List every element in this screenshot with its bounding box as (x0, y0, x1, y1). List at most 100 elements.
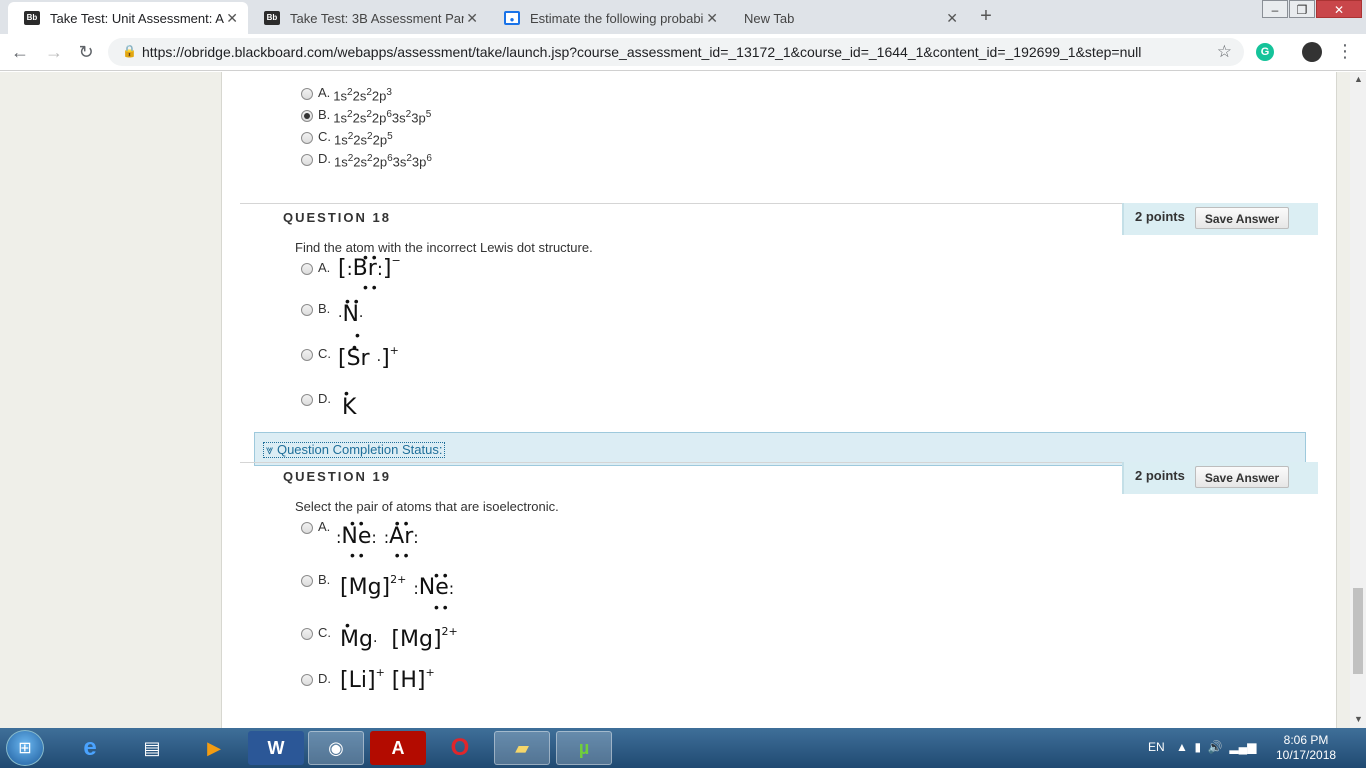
prev-option-c[interactable]: C. 1s22s22p5 (301, 129, 393, 147)
prev-option-d[interactable]: D. 1s22s22p63s23p6 (301, 151, 432, 169)
tab-take-test-unit-assessment[interactable]: Bb Take Test: Unit Assessment: Aton ✕ (8, 2, 248, 34)
electron-dots: • • • • (350, 547, 409, 563)
close-window-icon[interactable]: ✕ (1316, 0, 1362, 18)
electron-count: 5 (387, 131, 393, 142)
close-tab-icon[interactable]: ✕ (706, 10, 718, 27)
question-completion-status-bar[interactable]: ⩔ Question Completion Status: (254, 432, 1306, 466)
radio-button[interactable] (301, 522, 313, 534)
q18-option-d[interactable]: D. (301, 391, 331, 406)
browser-menu-icon[interactable]: ⋮ (1336, 41, 1354, 62)
electron-dots: • (355, 327, 360, 343)
radio-button[interactable] (301, 674, 313, 686)
electron-configuration: 1s22s22p63s23p6 (334, 153, 432, 169)
electron-dots: • (345, 617, 350, 633)
media-player-icon[interactable]: ▶ (186, 731, 242, 765)
electron-configuration: 1s22s22p3 (333, 87, 392, 103)
orbital-label: 1s (333, 88, 348, 104)
electron-dots: • • • • (350, 515, 409, 531)
radio-button[interactable] (301, 110, 313, 122)
prev-option-b[interactable]: B. 1s22s22p63s23p5 (301, 107, 431, 125)
system-tray-icons[interactable]: ▲ ▮ 🔊 ▂▄▆ (1176, 740, 1256, 754)
tab-title: Take Test: 3B Assessment Part 1 (290, 10, 464, 26)
electron-dots: • • (363, 249, 377, 265)
tab-new-tab[interactable]: New Tab ✕ (728, 2, 968, 34)
opera-icon[interactable]: O (432, 731, 488, 765)
chevron-down-icon: ⩔ (266, 442, 274, 457)
close-tab-icon[interactable]: ✕ (946, 10, 958, 27)
question-completion-status-toggle[interactable]: ⩔ Question Completion Status: (263, 442, 446, 458)
orbital-label: 3s (392, 154, 407, 170)
question-19-title: QUESTION 19 (283, 469, 391, 484)
profile-avatar[interactable] (1302, 42, 1322, 62)
utorrent-icon[interactable]: µ (556, 731, 612, 765)
q19-option-c[interactable]: C. (301, 625, 331, 640)
browser-toolbar: ← → ↻ 🔒 https://obridge.blackboard.com/w… (0, 34, 1366, 71)
radio-button[interactable] (301, 575, 313, 587)
save-answer-button[interactable]: Save Answer (1195, 207, 1289, 229)
points-label: 2 points (1135, 209, 1185, 224)
reload-icon[interactable]: ↻ (74, 40, 98, 64)
language-indicator[interactable]: EN (1148, 740, 1165, 754)
blackboard-favicon-icon: Bb (264, 11, 280, 25)
tab-title: New Tab (744, 10, 795, 26)
adobe-acrobat-icon[interactable]: A (370, 731, 426, 765)
forward-icon[interactable]: → (42, 40, 66, 64)
chrome-icon[interactable]: ◉ (308, 731, 364, 765)
orbital-label: 2s (353, 154, 368, 170)
electron-dots: • • (363, 279, 377, 295)
radio-button[interactable] (301, 349, 313, 361)
tab-estimate-probability[interactable]: ● Estimate the following probabilit ✕ (488, 2, 728, 34)
page-scrollbar[interactable]: ▲ ▼ (1350, 72, 1366, 728)
save-answer-button[interactable]: Save Answer (1195, 466, 1289, 488)
taskbar-clock[interactable]: 8:06 PM 10/17/2018 (1276, 733, 1336, 763)
tab-take-test-3b-assessment[interactable]: Bb Take Test: 3B Assessment Part 1 ✕ (248, 2, 488, 34)
radio-button[interactable] (301, 132, 313, 144)
radio-button[interactable] (301, 304, 313, 316)
restore-icon[interactable]: ❐ (1289, 0, 1315, 18)
url-text[interactable]: https://obridge.blackboard.com/webapps/a… (142, 44, 1141, 60)
folder-icon[interactable]: ▰ (494, 731, 550, 765)
q18-option-c[interactable]: C. (301, 346, 331, 361)
tab-title: Take Test: Unit Assessment: Aton (50, 10, 224, 26)
word-icon[interactable]: W (248, 731, 304, 765)
bookmark-star-icon[interactable]: ☆ (1217, 42, 1232, 62)
orbital-label: 2p (371, 110, 387, 126)
file-explorer-icon[interactable]: ▤ (124, 731, 180, 765)
address-bar[interactable]: 🔒 https://obridge.blackboard.com/webapps… (108, 38, 1244, 66)
electron-dots: • (344, 385, 349, 401)
minimize-icon[interactable]: ‒ (1262, 0, 1288, 18)
scrollbar-thumb[interactable] (1353, 588, 1363, 674)
close-tab-icon[interactable]: ✕ (466, 10, 478, 27)
right-gutter (1336, 72, 1350, 728)
radio-button[interactable] (301, 88, 313, 100)
radio-button[interactable] (301, 154, 313, 166)
question-18-points-box: 2 points Save Answer (1122, 203, 1318, 235)
internet-explorer-icon[interactable]: e (62, 731, 118, 765)
scroll-down-icon[interactable]: ▼ (1354, 714, 1363, 724)
new-tab-icon[interactable]: + (972, 6, 1000, 28)
orbital-label: 2s (352, 110, 367, 126)
q19-option-d[interactable]: D. (301, 671, 331, 686)
lewis-pair-mg-mg: Mg· [Mg]2+ (340, 625, 458, 652)
q18-option-b[interactable]: B. (301, 301, 330, 316)
close-tab-icon[interactable]: ✕ (226, 10, 238, 27)
question-19-points-box: 2 points Save Answer (1122, 462, 1318, 494)
q19-option-b[interactable]: B. (301, 572, 330, 587)
q18-option-a[interactable]: A. (301, 260, 330, 275)
electron-dots: • • (434, 567, 448, 583)
grammarly-icon[interactable]: G (1256, 43, 1274, 61)
start-button[interactable]: ⊞ (6, 730, 44, 766)
radio-button[interactable] (301, 263, 313, 275)
q19-option-a[interactable]: A. (301, 519, 330, 534)
back-icon[interactable]: ← (8, 40, 32, 64)
prev-option-a[interactable]: A. 1s22s22p3 (301, 85, 392, 103)
radio-button[interactable] (301, 628, 313, 640)
points-label: 2 points (1135, 468, 1185, 483)
scroll-up-icon[interactable]: ▲ (1354, 74, 1363, 84)
question-18-text: Find the atom with the incorrect Lewis d… (295, 240, 593, 255)
electron-configuration: 1s22s22p63s23p5 (333, 109, 431, 125)
lewis-pair-li-h: [Li]+ [H]+ (340, 666, 435, 693)
radio-button[interactable] (301, 394, 313, 406)
electron-dots: • • (434, 599, 448, 615)
windows-taskbar: ⊞ e ▤ ▶ W ◉ A O ▰ µ EN ▲ ▮ 🔊 ▂▄▆ 8:06 PM… (0, 728, 1366, 768)
